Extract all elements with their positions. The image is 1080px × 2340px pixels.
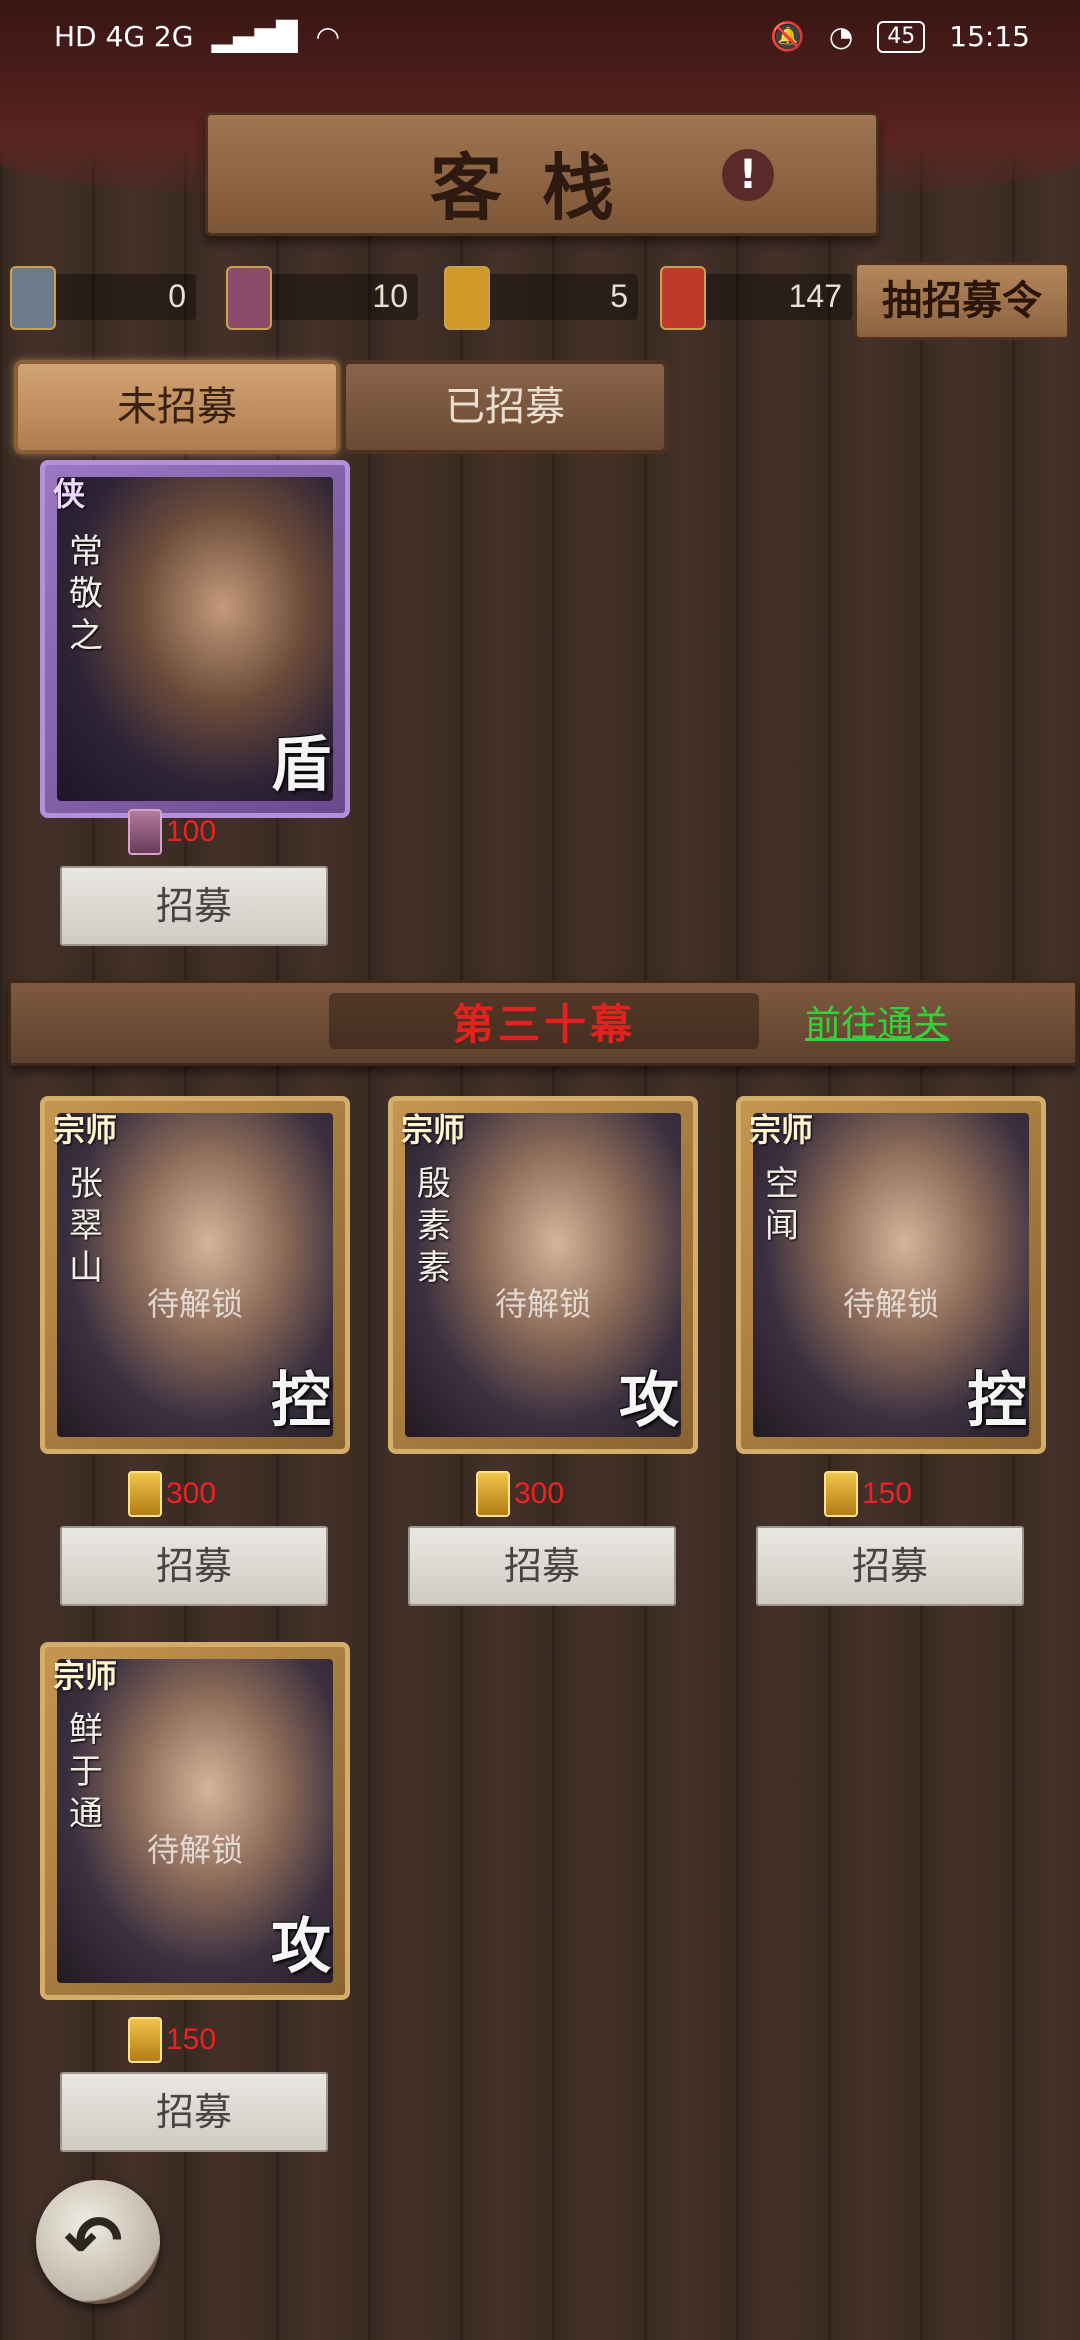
cost-value: 300: [166, 1477, 217, 1510]
role-label: 控: [967, 1366, 1027, 1436]
network-text: HD 4G 2G: [54, 20, 194, 53]
recruit-button[interactable]: 招募: [60, 2072, 328, 2152]
hero-card-changjingzhi[interactable]: 侠 常敬之 盾: [40, 460, 350, 818]
mute-icon: 🔕: [769, 20, 805, 53]
signal-icon: ▂▄▆█: [211, 20, 298, 53]
hero-card-kongwen[interactable]: 宗师 空闻 待解锁 控: [736, 1096, 1046, 1454]
recruit-button[interactable]: 招募: [60, 1526, 328, 1606]
cost-display: 300: [476, 1471, 565, 1517]
currency-value: 0: [168, 278, 186, 314]
recruit-button[interactable]: 招募: [756, 1526, 1024, 1606]
exclamation-icon[interactable]: !: [722, 149, 774, 201]
role-label: 控: [271, 1366, 331, 1436]
currency-value: 147: [788, 278, 842, 314]
hero-name: 张翠山: [69, 1164, 103, 1288]
gold-token-icon: [824, 1471, 858, 1517]
locked-label: 待解锁: [146, 1831, 243, 1869]
clock: 15:15: [949, 20, 1030, 53]
go-clear-link[interactable]: 前往通关: [805, 995, 949, 1047]
gold-token-icon: [444, 266, 490, 330]
currency-item: 0: [10, 266, 196, 330]
currency-item: 10: [226, 266, 418, 330]
draw-recruit-order-button[interactable]: 抽招募令: [854, 262, 1070, 340]
cost-display: 150: [128, 2017, 217, 2063]
gold-token-icon: [476, 1471, 510, 1517]
hero-card-xianyutong[interactable]: 宗师 鲜于通 待解锁 攻: [40, 1642, 350, 2000]
role-label: 盾: [271, 730, 331, 800]
speed-icon: ◔: [828, 20, 854, 53]
currency-item: 5: [444, 266, 638, 330]
tab-unrecruited[interactable]: 未招募: [14, 360, 340, 454]
hero-name: 常敬之: [69, 532, 103, 656]
gray-token-icon: [10, 266, 56, 330]
currency-value: 10: [372, 278, 408, 314]
section-title: 第三十幕: [451, 1000, 636, 1049]
rank-badge: 宗师: [53, 1657, 118, 1695]
rank-badge: 宗师: [749, 1111, 814, 1149]
role-label: 攻: [619, 1366, 679, 1436]
cost-display: 150: [824, 1471, 913, 1517]
hero-name: 殷素素: [417, 1164, 451, 1288]
locked-label: 待解锁: [494, 1285, 591, 1323]
section-banner: 第三十幕 前往通关: [8, 980, 1078, 1066]
rank-badge: 宗师: [53, 1111, 118, 1149]
rank-badge: 侠: [53, 475, 86, 513]
status-bar: HD 4G 2G ▂▄▆█ ◠ 🔕 ◔ 45 15:15: [0, 0, 1080, 80]
cost-value: 300: [514, 1477, 565, 1510]
hero-name: 空闻: [765, 1164, 799, 1246]
cost-value: 150: [166, 2023, 217, 2056]
locked-label: 待解锁: [842, 1285, 939, 1323]
currency-item: 147: [660, 266, 852, 330]
locked-label: 待解锁: [146, 1285, 243, 1323]
purple-token-icon: [226, 266, 272, 330]
title-sign: 客栈 !: [205, 112, 879, 236]
tab-recruited[interactable]: 已招募: [342, 360, 668, 454]
network-indicators: HD 4G 2G ▂▄▆█ ◠: [54, 20, 340, 53]
gold-token-icon: [128, 2017, 162, 2063]
recruit-button[interactable]: 招募: [60, 866, 328, 946]
wifi-icon: ◠: [315, 20, 341, 53]
cost-display: 100: [128, 809, 217, 855]
hero-card-zhangcuishan[interactable]: 宗师 张翠山 待解锁 控: [40, 1096, 350, 1454]
cost-display: 300: [128, 1471, 217, 1517]
cost-value: 100: [166, 815, 217, 848]
back-button[interactable]: ↶: [36, 2180, 160, 2304]
red-token-icon: [660, 266, 706, 330]
currency-value: 5: [610, 278, 628, 314]
hero-card-yinsusu[interactable]: 宗师 殷素素 待解锁 攻: [388, 1096, 698, 1454]
purple-token-icon: [128, 809, 162, 855]
battery-icon: 45: [877, 20, 926, 53]
hero-name: 鲜于通: [69, 1710, 103, 1834]
rank-badge: 宗师: [401, 1111, 466, 1149]
cost-value: 150: [862, 1477, 913, 1510]
status-right: 🔕 ◔ 45 15:15: [770, 20, 1030, 53]
back-arrow-icon: ↶: [64, 2200, 123, 2282]
role-label: 攻: [271, 1912, 331, 1982]
gold-token-icon: [128, 1471, 162, 1517]
recruit-button[interactable]: 招募: [408, 1526, 676, 1606]
page-title: 客栈: [429, 145, 654, 230]
